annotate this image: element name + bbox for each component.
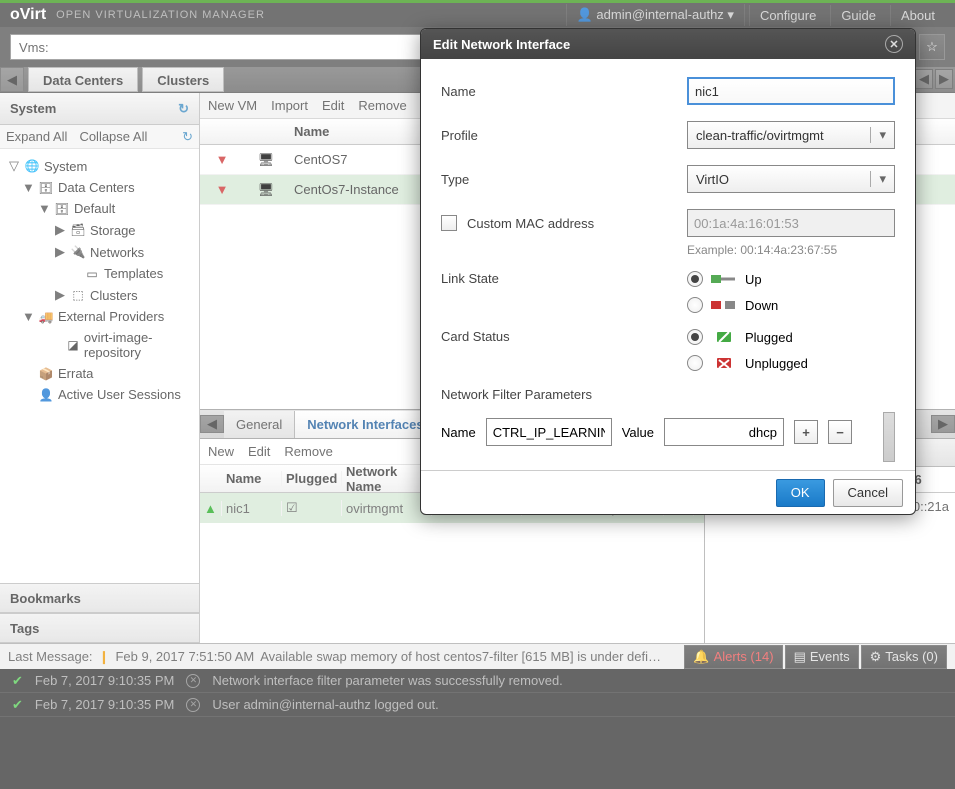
nic-down-icon — [711, 298, 737, 312]
unplugged-radio[interactable] — [687, 355, 703, 371]
close-icon[interactable]: ✕ — [885, 35, 903, 53]
mac-example: Example: 00:14:4a:23:67:55 — [687, 243, 895, 257]
custom-mac-checkbox[interactable] — [441, 215, 457, 231]
edit-nic-dialog: Edit Network Interface ✕ Name Profile cl… — [420, 28, 916, 515]
scrollbar[interactable] — [883, 412, 895, 462]
ok-button[interactable]: OK — [776, 479, 825, 507]
dialog-title: Edit Network Interface — [433, 37, 570, 52]
filter-value-label: Value — [622, 425, 654, 440]
custom-mac-label: Custom MAC address — [467, 216, 594, 231]
profile-label: Profile — [441, 128, 687, 143]
cancel-button[interactable]: Cancel — [833, 479, 903, 507]
chevron-down-icon: ▾ — [870, 171, 886, 187]
type-label: Type — [441, 172, 687, 187]
unplugged-icon — [711, 356, 737, 370]
mac-input — [687, 209, 895, 237]
plugged-icon — [711, 330, 737, 344]
add-filter-button[interactable]: + — [794, 420, 818, 444]
filter-value-input[interactable] — [664, 418, 784, 446]
card-status-label: Card Status — [441, 329, 687, 344]
nic-up-icon — [711, 272, 737, 286]
filter-section-label: Network Filter Parameters — [441, 387, 895, 402]
type-select[interactable]: VirtIO▾ — [687, 165, 895, 193]
link-state-label: Link State — [441, 271, 687, 286]
filter-name-input[interactable] — [486, 418, 612, 446]
profile-select[interactable]: clean-traffic/ovirtmgmt▾ — [687, 121, 895, 149]
chevron-down-icon: ▾ — [870, 127, 886, 143]
filter-name-label: Name — [441, 425, 476, 440]
remove-filter-button[interactable]: − — [828, 420, 852, 444]
link-down-radio[interactable] — [687, 297, 703, 313]
link-up-radio[interactable] — [687, 271, 703, 287]
name-input[interactable] — [687, 77, 895, 105]
plugged-radio[interactable] — [687, 329, 703, 345]
name-label: Name — [441, 84, 687, 99]
